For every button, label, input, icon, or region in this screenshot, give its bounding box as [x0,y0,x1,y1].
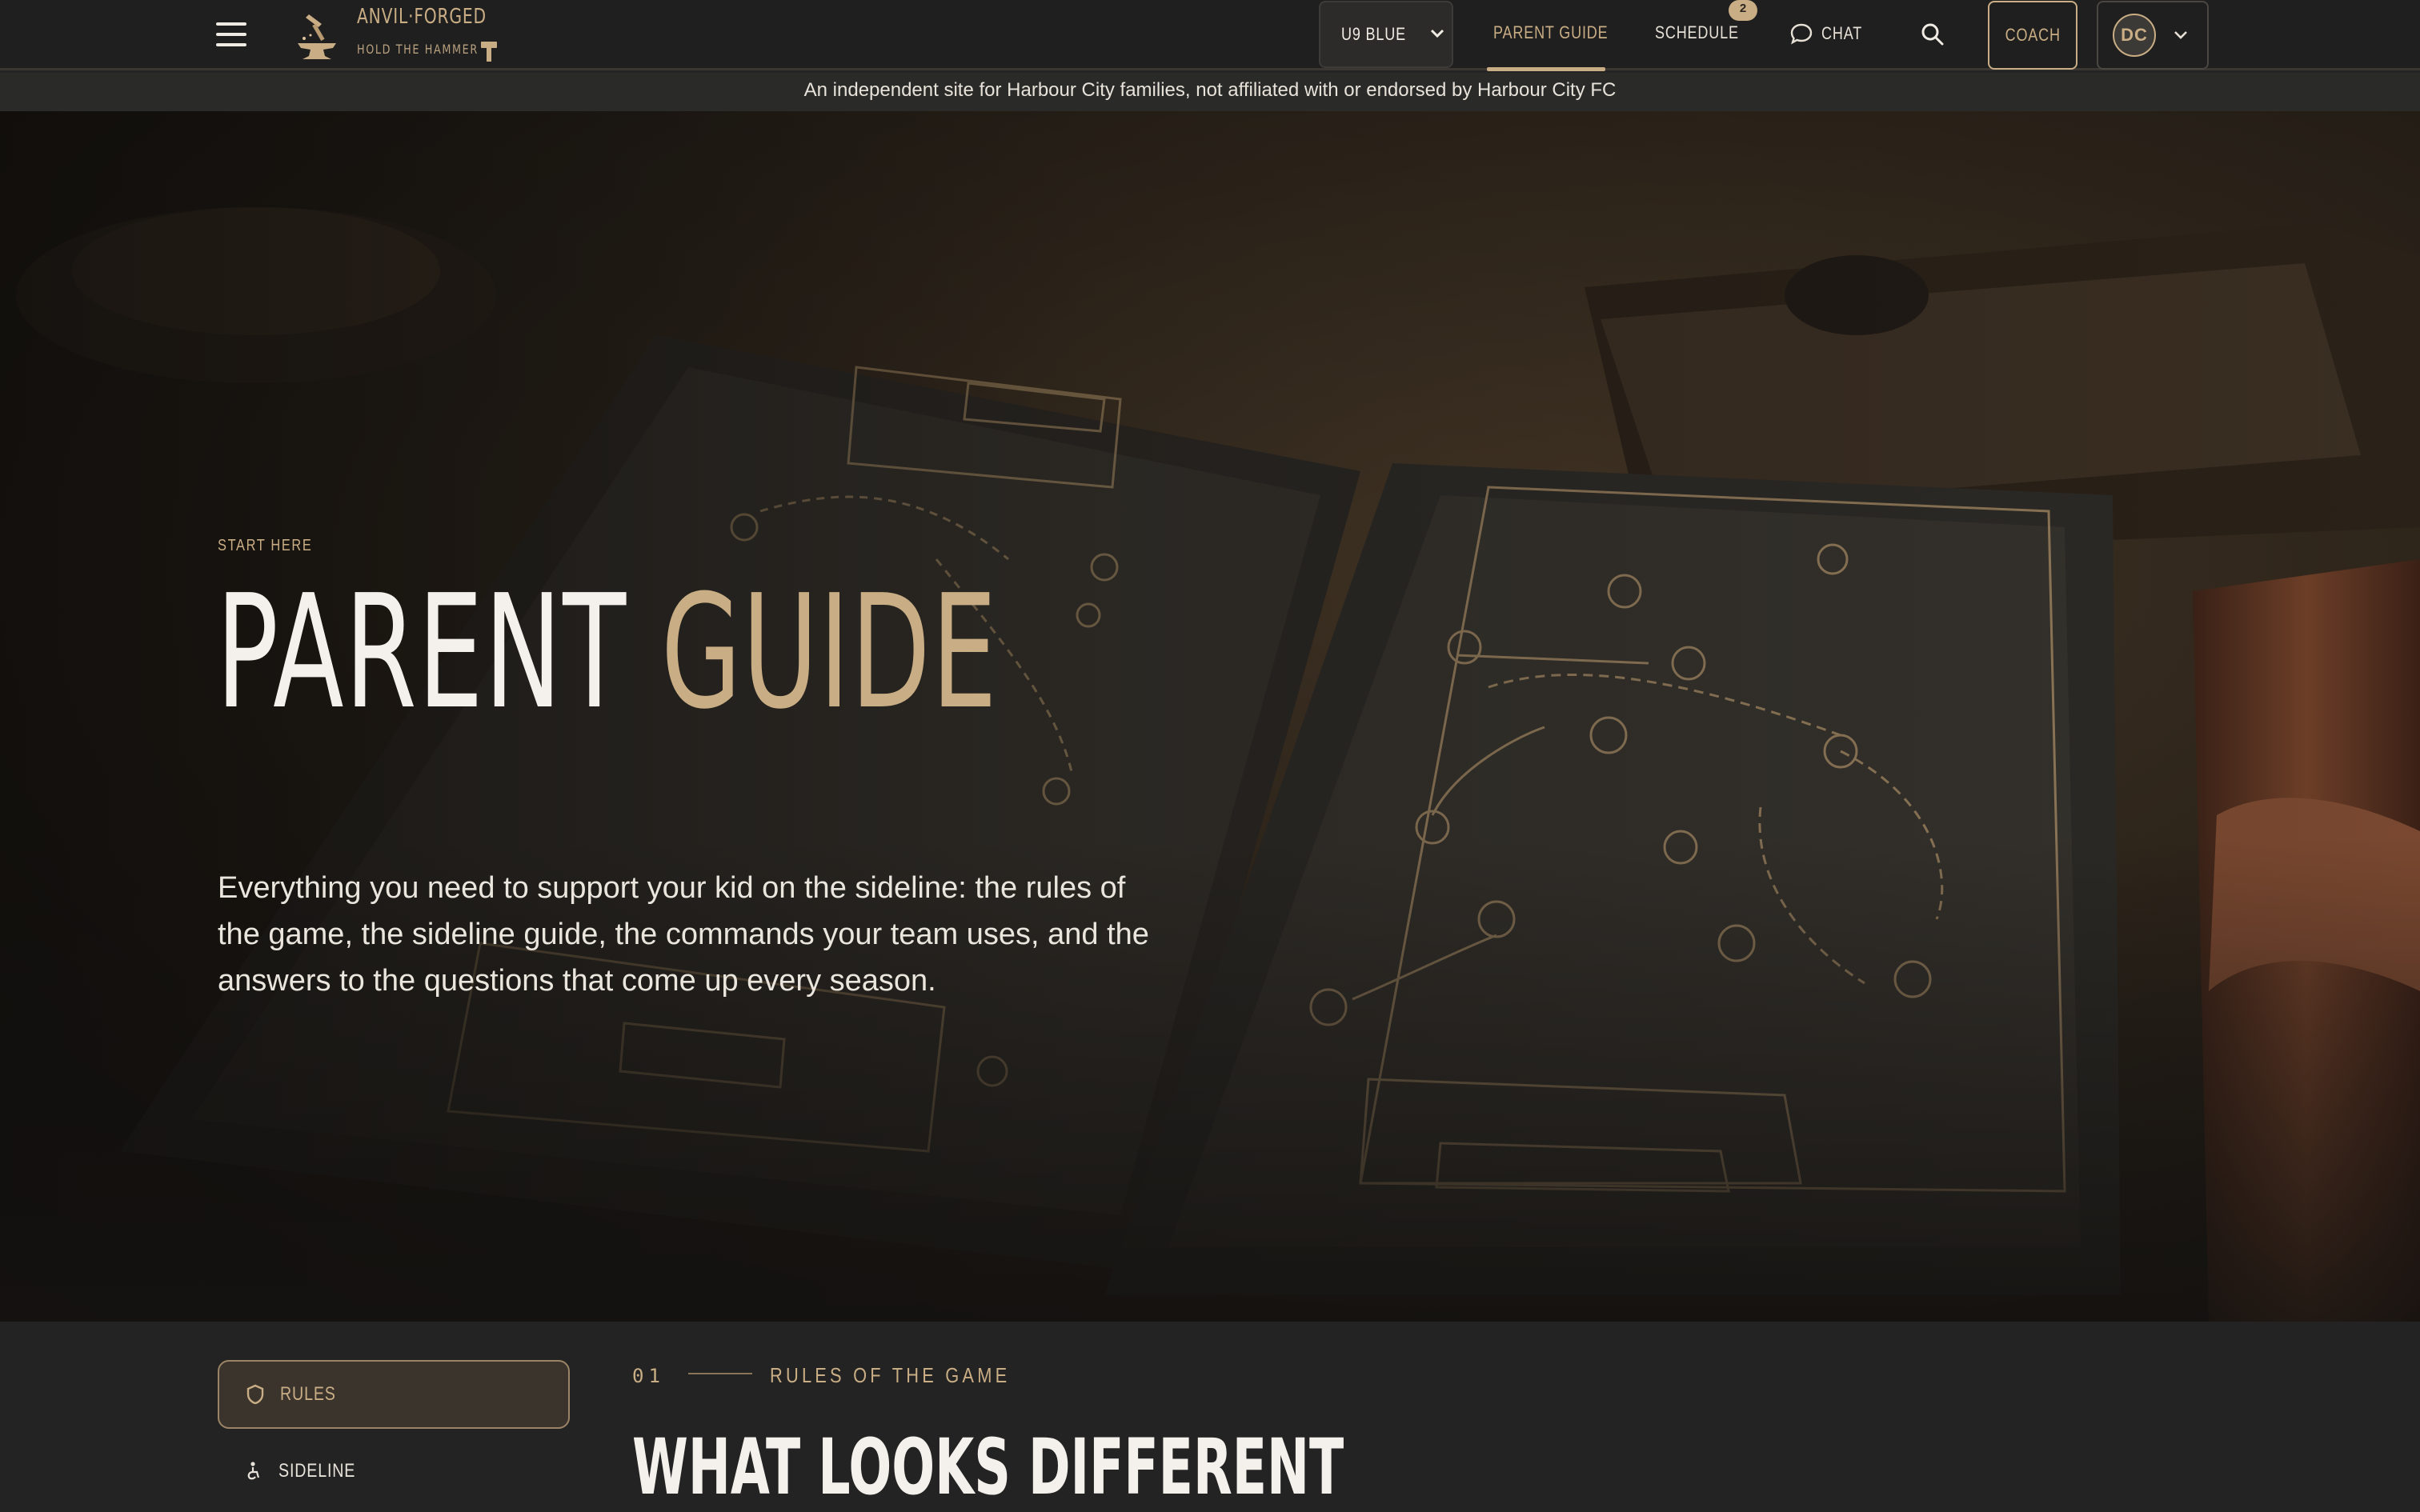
hero-eyebrow: START HERE [218,537,313,554]
active-tab-indicator [1487,67,1605,71]
guide-content: RULES SIDELINE 01 RULES OF THE GAME WHAT… [0,1322,2420,1512]
shield-icon [246,1384,264,1405]
sidebar-item-sideline[interactable]: SIDELINE [218,1437,570,1506]
chat-bubble-icon [1790,23,1813,45]
section-number: 01 [632,1365,665,1387]
person-standing-icon [247,1462,260,1480]
chat-label: CHAT [1821,23,1863,43]
menu-icon[interactable] [216,22,246,46]
sidebar-item-label: SIDELINE [278,1460,356,1482]
user-menu-button[interactable]: DC [2097,1,2209,70]
hero-section: START HERE PARENT GUIDE Everything you n… [0,111,2420,1322]
section-divider [688,1373,752,1374]
sidebar-item-rules[interactable]: RULES [218,1360,570,1429]
section-label: RULES OF THE GAME [770,1363,1011,1387]
search-icon[interactable] [1919,21,1946,48]
hammer-icon [481,42,497,62]
page-title-part2: GUIDE [660,562,999,744]
team-select-value: U9 BLUE [1341,24,1406,44]
disclaimer-banner: An independent site for Harbour City fam… [0,73,2420,111]
anvil-logo-icon[interactable] [291,6,343,64]
page-title-part1: PARENT [216,562,627,744]
chevron-down-icon [1430,29,1444,38]
brand-tagline: HOLD THE HAMMER [357,42,479,57]
team-select[interactable]: U9 BLUE [1319,1,1453,68]
nav-link-chat[interactable]: CHAT [1789,22,1871,45]
coach-button[interactable]: COACH [1988,1,2077,70]
nav-link-parent-guide[interactable]: PARENT GUIDE [1493,22,1633,43]
schedule-count-badge: 2 [1729,0,1757,21]
sidebar-item-label: RULES [280,1383,336,1405]
hero-subtitle: Everything you need to support your kid … [218,871,1149,998]
top-nav-bar: ANVIL·FORGED HOLD THE HAMMER U9 BLUE PAR… [0,0,2420,71]
chevron-down-icon [2174,31,2187,39]
nav-link-schedule[interactable]: SCHEDULE [1655,22,1757,43]
page-title: PARENT GUIDE [216,566,998,740]
section-title: WHAT LOOKS DIFFERENT [632,1422,1344,1512]
avatar: DC [2113,14,2156,57]
brand-name[interactable]: ANVIL·FORGED [357,5,487,29]
